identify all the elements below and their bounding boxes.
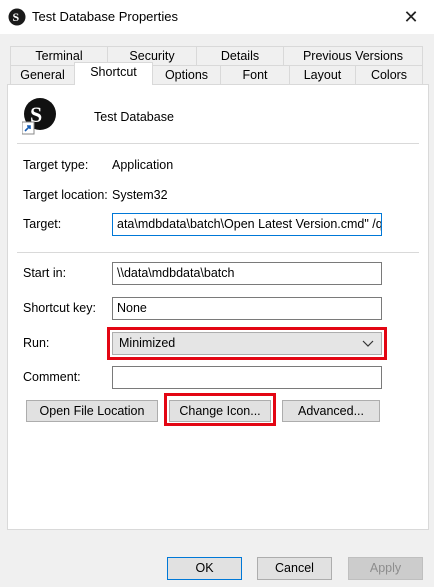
cancel-button[interactable]: Cancel	[257, 557, 332, 580]
shortcut-name: Test Database	[94, 110, 174, 124]
run-label: Run:	[23, 336, 50, 350]
divider	[17, 252, 419, 253]
change-icon-button[interactable]: Change Icon...	[169, 400, 271, 422]
target-input[interactable]: ata\mdbdata\batch\Open Latest Version.cm…	[112, 213, 382, 236]
shortcut-key-label: Shortcut key:	[23, 301, 96, 315]
chevron-down-icon	[362, 340, 374, 347]
tab-general[interactable]: General	[10, 65, 75, 85]
advanced-button[interactable]: Advanced...	[282, 400, 380, 422]
close-button[interactable]: ✕	[388, 0, 434, 34]
open-file-location-button[interactable]: Open File Location	[26, 400, 158, 422]
tab-previous-versions[interactable]: Previous Versions	[283, 46, 423, 66]
target-location-label: Target location:	[23, 188, 108, 202]
window-title: Test Database Properties	[32, 9, 178, 24]
close-icon: ✕	[403, 6, 419, 27]
apply-button[interactable]: Apply	[348, 557, 423, 580]
title-bar: S Test Database Properties ✕	[0, 0, 434, 34]
target-location-value: System32	[112, 188, 168, 202]
start-in-label: Start in:	[23, 266, 67, 280]
comment-input[interactable]	[112, 366, 382, 389]
shortcut-key-input[interactable]: None	[112, 297, 382, 320]
tab-shortcut[interactable]: Shortcut	[74, 62, 153, 85]
shortcut-app-icon: S	[22, 98, 56, 135]
run-select[interactable]: Minimized	[112, 332, 382, 355]
comment-label: Comment:	[23, 370, 81, 384]
run-select-value: Minimized	[119, 336, 176, 350]
dialog-body: Terminal Security Details Previous Versi…	[0, 34, 434, 587]
tab-details[interactable]: Details	[196, 46, 284, 66]
app-logo-icon: S	[8, 8, 26, 26]
target-label: Target:	[23, 217, 62, 231]
tab-colors[interactable]: Colors	[355, 65, 423, 85]
divider	[17, 143, 419, 144]
tab-font[interactable]: Font	[220, 65, 290, 85]
tab-layout[interactable]: Layout	[289, 65, 356, 85]
svg-text:S: S	[13, 10, 20, 24]
target-type-label: Target type:	[23, 158, 89, 172]
shortcut-panel: S Test Database Target type: Application…	[7, 84, 429, 530]
target-type-value: Application	[112, 158, 174, 172]
tab-options[interactable]: Options	[152, 65, 221, 85]
start-in-input[interactable]: \\data\mdbdata\batch	[112, 262, 382, 285]
ok-button[interactable]: OK	[167, 557, 242, 580]
